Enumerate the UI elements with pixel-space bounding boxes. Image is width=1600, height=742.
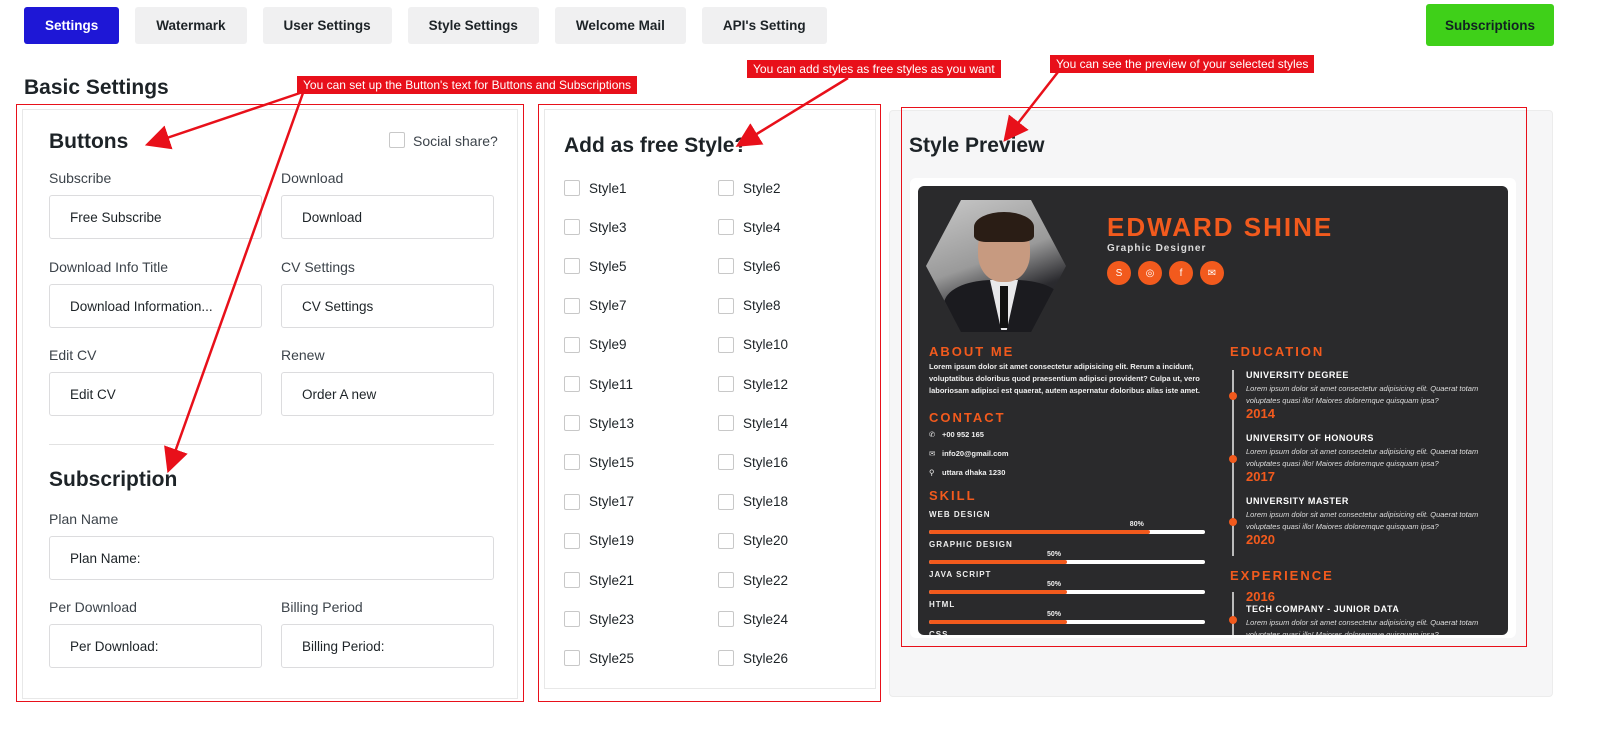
page: Settings Watermark User Settings Style S… (0, 0, 1600, 742)
styles-annotation: You can add styles as free styles as you… (747, 60, 1001, 78)
arrow-to-preview (1003, 71, 1059, 142)
annotation-arrows (144, 71, 1059, 474)
arrow-to-free-style (735, 76, 849, 147)
buttons-annotation: You can set up the Button's text for But… (297, 76, 638, 94)
arrow-to-subscription (164, 92, 305, 474)
arrow-to-buttons (144, 91, 301, 150)
preview-annotation: You can see the preview of your selected… (1050, 55, 1315, 73)
